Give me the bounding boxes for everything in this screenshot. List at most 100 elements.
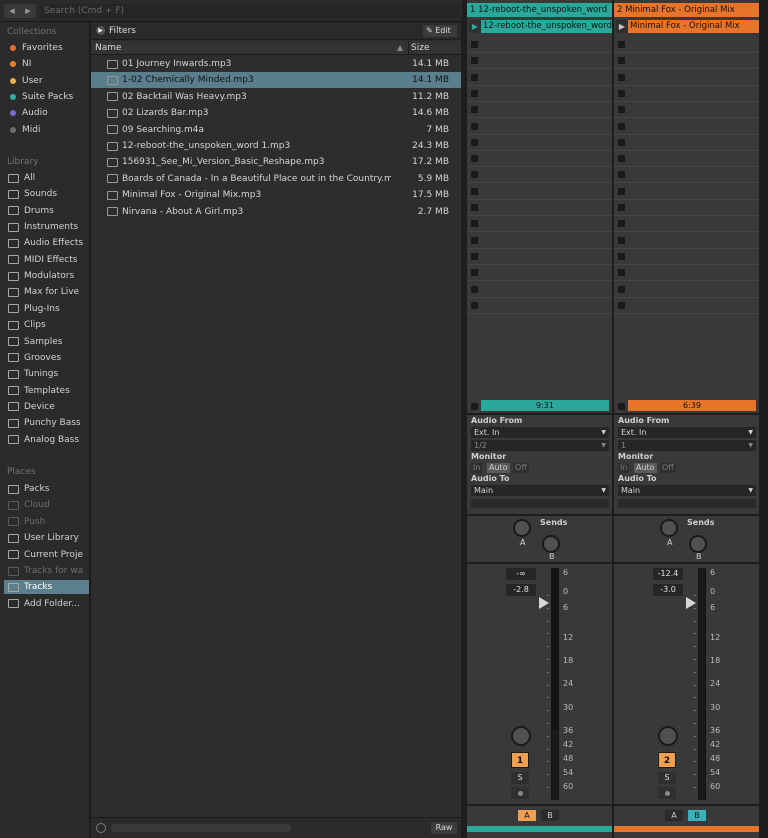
clip-stop-button[interactable]	[618, 73, 625, 81]
file-row[interactable]: 156931_See_Mi_Version_Basic_Reshape.mp3 1…	[91, 154, 461, 170]
file-row[interactable]: 09 Searching.m4a 7 MB	[91, 122, 461, 138]
peak-level[interactable]: -12.4	[653, 568, 683, 580]
clip-stop-button[interactable]	[618, 220, 625, 228]
clip-stop-button[interactable]	[618, 122, 625, 130]
monitor-off-button[interactable]: Off	[513, 463, 529, 473]
collection-ni[interactable]: NI	[10, 59, 31, 69]
clip-stop-button[interactable]	[471, 269, 478, 277]
clip-stop-button[interactable]	[618, 236, 625, 244]
clip-stop-button[interactable]	[471, 57, 478, 65]
clip-stop-button[interactable]	[618, 285, 625, 293]
places-item-user-library[interactable]: User Library	[4, 531, 89, 545]
audio-from-select[interactable]: Ext. In ▼	[618, 427, 756, 438]
clip-stop-button[interactable]	[471, 41, 478, 48]
file-row[interactable]: Boards of Canada - In a Beautiful Place …	[91, 171, 461, 187]
library-item-punchy-bass[interactable]: Punchy Bass	[8, 418, 90, 428]
library-item-audio-effects[interactable]: Audio Effects	[8, 238, 90, 248]
clip-stop-button[interactable]	[618, 138, 625, 146]
library-item-max-for-live[interactable]: Max for Live	[8, 287, 90, 297]
collection-favorites[interactable]: Favorites	[10, 43, 63, 53]
collection-midi[interactable]: Midi	[10, 125, 40, 135]
clip-stop-button[interactable]	[618, 252, 625, 260]
audio-to-select[interactable]: Main ▼	[471, 485, 609, 496]
filters-label[interactable]: Filters	[109, 26, 136, 36]
send-b-knob[interactable]	[689, 535, 707, 553]
file-row[interactable]: 02 Lizards Bar.mp3 14.6 MB	[91, 105, 461, 121]
collection-audio[interactable]: Audio	[10, 108, 48, 118]
library-item-samples[interactable]: Samples	[8, 337, 90, 347]
track-activator-button[interactable]: 2	[658, 752, 676, 768]
clip-stop-button[interactable]	[471, 73, 478, 81]
filters-toggle-icon[interactable]: ▶	[96, 26, 105, 35]
file-row[interactable]: 12-reboot-the_unspoken_word 1.mp3 24.3 MB	[91, 138, 461, 154]
library-item-tunings[interactable]: Tunings	[8, 369, 90, 379]
clip-stop-button[interactable]	[618, 41, 625, 48]
input-channel-select[interactable]: 1/2 ▼	[471, 440, 609, 451]
library-item-clips[interactable]: Clips	[8, 320, 90, 330]
peak-level[interactable]: -∞	[506, 568, 536, 580]
search-input[interactable]: Search (Cmd + F)	[40, 4, 460, 18]
preview-icon[interactable]	[96, 823, 106, 833]
volume-value[interactable]: -2.8	[506, 584, 536, 596]
library-item-grooves[interactable]: Grooves	[8, 353, 90, 363]
library-item-device[interactable]: Device	[8, 402, 90, 412]
clip-stop-button[interactable]	[618, 301, 625, 309]
clip-stop-button[interactable]	[471, 285, 478, 293]
library-item-instruments[interactable]: Instruments	[8, 222, 90, 232]
clip-stop-button[interactable]	[471, 138, 478, 146]
solo-button[interactable]: S	[511, 772, 529, 784]
library-item-all[interactable]: All	[8, 173, 90, 183]
monitor-auto-button[interactable]: Auto	[487, 463, 510, 473]
crossfade-a-button[interactable]: A	[665, 810, 683, 821]
clip-stop-button[interactable]	[471, 204, 478, 211]
clip-stop-button[interactable]	[471, 301, 478, 309]
forward-arrow-icon[interactable]: ▶	[25, 7, 30, 15]
track-stop-button[interactable]	[618, 403, 625, 410]
back-arrow-icon[interactable]: ◀	[9, 7, 14, 15]
monitor-auto-button[interactable]: Auto	[634, 463, 657, 473]
library-item-analog-bass[interactable]: Analog Bass	[8, 435, 90, 445]
clip-stop-button[interactable]	[471, 220, 478, 228]
volume-value[interactable]: -3.0	[653, 584, 683, 596]
clip-stop-button[interactable]	[471, 187, 478, 195]
clip-stop-button[interactable]	[471, 171, 478, 179]
clip-stop-button[interactable]	[471, 89, 478, 97]
library-item-templates[interactable]: Templates	[8, 386, 90, 396]
clip-stop-button[interactable]	[618, 187, 625, 195]
crossfade-b-button[interactable]: B	[688, 810, 706, 821]
clip-play-icon[interactable]: ▶	[616, 20, 628, 33]
clip-stop-button[interactable]	[471, 252, 478, 260]
input-channel-select[interactable]: 1 ▼	[618, 440, 756, 451]
track-title[interactable]: 2 Minimal Fox - Original Mix	[614, 3, 759, 17]
track-stop-button[interactable]	[471, 403, 478, 410]
send-a-knob[interactable]	[660, 519, 678, 537]
audio-to-select[interactable]: Main ▼	[618, 485, 756, 496]
edit-button[interactable]: ✎ Edit	[423, 25, 457, 37]
track-title[interactable]: 1 12-reboot-the_unspoken_word	[467, 3, 612, 17]
places-item-add-folder-[interactable]: Add Folder...	[4, 597, 89, 611]
sort-arrow-icon[interactable]: ▲	[397, 43, 403, 52]
monitor-in-button[interactable]: In	[471, 463, 483, 473]
solo-button[interactable]: S	[658, 772, 676, 784]
clip-stop-button[interactable]	[618, 204, 625, 211]
pan-knob[interactable]	[511, 726, 531, 746]
clip-stop-button[interactable]	[618, 57, 625, 65]
crossfade-a-button[interactable]: A	[518, 810, 536, 821]
clip-stop-button[interactable]	[618, 269, 625, 277]
clip-stop-button[interactable]	[471, 155, 478, 163]
file-row[interactable]: 1-02 Chemically Minded.mp3 14.1 MB	[91, 72, 461, 89]
library-item-drums[interactable]: Drums	[8, 206, 90, 216]
file-row[interactable]: 01 Journey Inwards.mp3 14.1 MB	[91, 56, 461, 72]
column-name-header[interactable]: Name	[95, 43, 122, 53]
file-row[interactable]: Nirvana - About A Girl.mp3 2.7 MB	[91, 204, 461, 220]
places-item-tracks[interactable]: Tracks	[4, 580, 89, 595]
library-item-modulators[interactable]: Modulators	[8, 271, 90, 281]
clip[interactable]: 12-reboot-the_unspoken_word	[481, 20, 612, 33]
places-item-push[interactable]: Push	[4, 515, 89, 529]
clip-stop-button[interactable]	[618, 171, 625, 179]
clip-play-icon[interactable]: ▶	[469, 20, 481, 33]
clip-stop-button[interactable]	[471, 236, 478, 244]
audio-from-select[interactable]: Ext. In ▼	[471, 427, 609, 438]
library-item-plug-ins[interactable]: Plug-Ins	[8, 304, 90, 314]
crossfade-b-button[interactable]: B	[541, 810, 559, 821]
